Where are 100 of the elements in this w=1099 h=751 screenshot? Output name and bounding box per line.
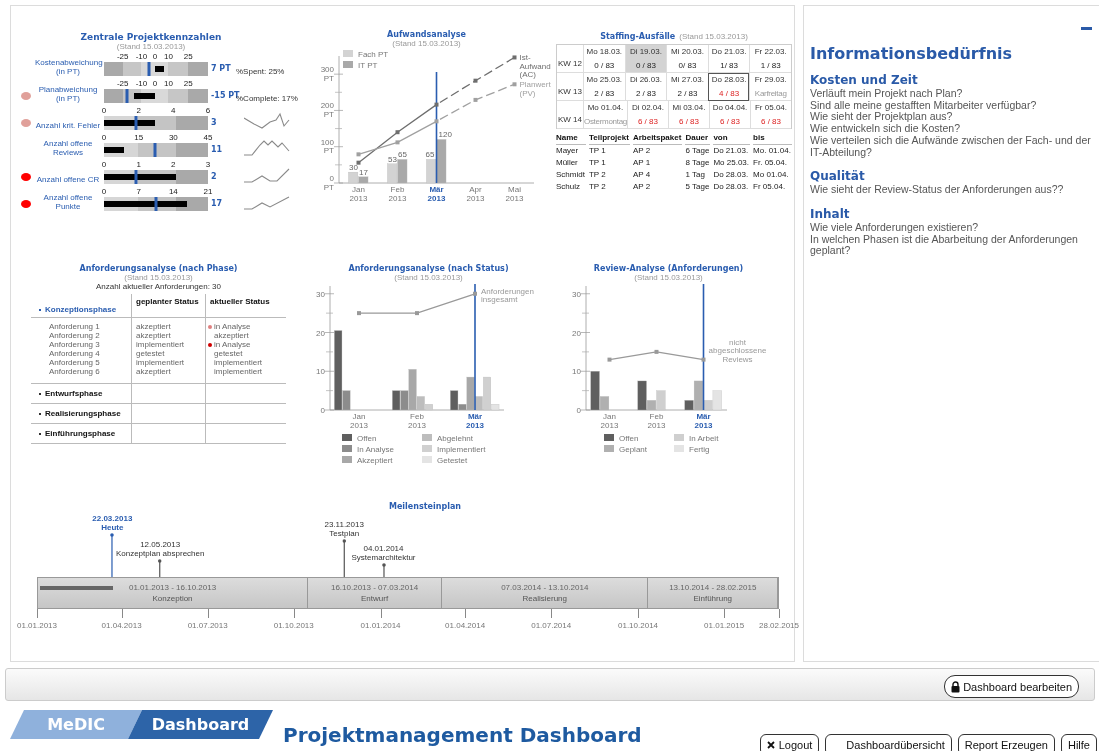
tick-mark [207,609,209,618]
phase-name: Einführung [693,594,733,603]
day-label: Mo 18.03. [586,47,623,57]
table-cell: 8 Tage [685,157,711,169]
scale-label: 7 [136,187,141,196]
scale-label: 2 [171,160,176,169]
scale-label: 0 [101,133,107,142]
series-label: nicht abgeschlossene Reviews [708,337,767,364]
legend-swatch [343,50,353,57]
table-cell-text: Do 28.03. [713,181,750,193]
data-point [512,82,517,87]
table-cell: 5 Tage [685,181,711,193]
availability-value: 0 / 83 [635,60,656,70]
column-header: geplanter Status [136,297,199,306]
axis-label: 200 PT [320,101,334,119]
current-status: implementiert [214,358,262,367]
phase-toggle[interactable]: Einführungsphase [45,429,116,438]
chart-title: Zentrale Projektkennzahlen [79,32,223,42]
week-label: KW 12 [557,45,583,73]
table-cell-text: TP 2 [589,181,607,193]
current-status: akzeptiert [214,331,249,340]
phase-toggle[interactable]: Entwurfsphase [45,389,103,398]
milestone-date: 04.01.2014 [363,544,404,553]
table-cell: Mo. 01.04. [753,145,792,157]
day-label: Mo 25.03. [586,75,623,85]
nav-button[interactable]: Report Erzeugen [957,734,1055,751]
metric-label: Anzahl offene Reviews [42,139,94,157]
tick-mark [121,609,123,618]
scale-label: -10 [135,52,148,61]
legend-swatch [342,445,352,452]
data-point [395,130,400,135]
scale-label: 21 [203,187,213,196]
panel-title: Informationsbedürfnis [810,44,1014,63]
edit-dashboard-button[interactable]: Dashboard bearbeiten [944,675,1079,698]
data-label: 30 [349,163,358,173]
phase-name: Entwurf [361,594,389,603]
nav-button[interactable]: Logout [759,734,820,751]
current-status: implementiert [214,367,262,376]
table-cell-text: 1 Tag [685,169,706,181]
availability-value: 6 / 83 [637,116,658,126]
chart-title: Meilensteinplan [388,502,462,511]
axis-label: 28.02.2015 [759,621,799,630]
data-point [434,119,439,124]
requirement-name: Anforderung 1 [49,322,101,331]
day-label: Mo 01.04. [587,103,624,113]
column-header: Teilprojekt [589,133,630,145]
minimize-icon[interactable] [1081,27,1092,30]
table-cell: Schmidt [556,169,586,181]
table-cell-text: AP 2 [632,145,652,157]
phase-dates: 07.03.2014 - 13.10.2014 [501,583,589,592]
axis-label: Apr 2013 [466,185,485,203]
legend-swatch [343,61,353,68]
scale-label: 10 [164,52,173,61]
scale-label: -25 [116,79,129,88]
nav-button[interactable]: Hilfe [1061,734,1097,751]
metric-label: Anzahl offene Punkte [42,193,94,211]
chart-title: Aufwandsanalyse [387,30,466,39]
day-label: Fr 22.03. [754,47,787,57]
chart-subtitle: (Stand 15.03.2013) [392,39,461,48]
phase-name: Realisierung [522,594,567,603]
data-point [473,78,478,83]
planned-status: implementiert [136,358,185,367]
phase-toggle[interactable]: Konzeptionsphase [45,305,117,314]
axis-label: 01.01.2013 [17,621,57,630]
legend-label: In Arbeit [689,434,719,443]
phase-toggle[interactable]: Realisierungsphase [45,409,121,418]
chart-subtitle: (Stand 15.03.2013) [634,273,703,282]
legend-swatch [674,434,684,441]
data-point [395,140,400,145]
nav-button[interactable]: Dashboardübersicht [825,734,952,751]
legend-label: Implementiert [437,445,486,454]
axis-label: 30 [572,289,581,299]
question-text: Verläuft mein Projekt nach Plan? [810,88,964,100]
section-heading: Qualität [810,169,866,184]
column-header: Name [556,133,586,145]
day-label: Mi 20.03. [671,47,704,57]
legend-swatch [604,445,614,452]
day-label: Di 02.04. [631,103,664,113]
metric-label: Anzahl krit. Fehler [35,121,101,130]
bar [387,163,398,184]
column-header: bis [753,133,792,145]
day-label: Di 19.03. [629,47,662,57]
availability-value: 0/ 83 [678,60,697,70]
axis-label: Jan 2013 [350,412,368,430]
logo-segment: Dashboard [128,710,273,739]
day-label: Mi 27.03. [671,75,704,85]
legend-label: Fertig [689,445,710,454]
axis-label: 01.07.2014 [531,621,572,630]
availability-value: 4 / 83 [719,88,740,98]
chart-subtitle: (Stand 15.03.2013) [115,42,187,51]
phase-name: Konzeption [152,594,193,603]
availability-value: 2 / 83 [594,88,615,98]
availability-value: 0 / 83 [594,60,615,70]
metric-value: 2 [211,172,218,183]
axis-label: Jan 2013 [600,412,619,430]
availability-value: 1/ 83 [720,60,738,70]
availability-value: 6 / 83 [719,116,740,126]
chart-title: Anforderungsanalyse (nach Phase) [79,264,238,273]
milestone-label: Konzeptplan absprechen [115,549,205,558]
milestone-label: Systemarchitektur [351,553,416,562]
